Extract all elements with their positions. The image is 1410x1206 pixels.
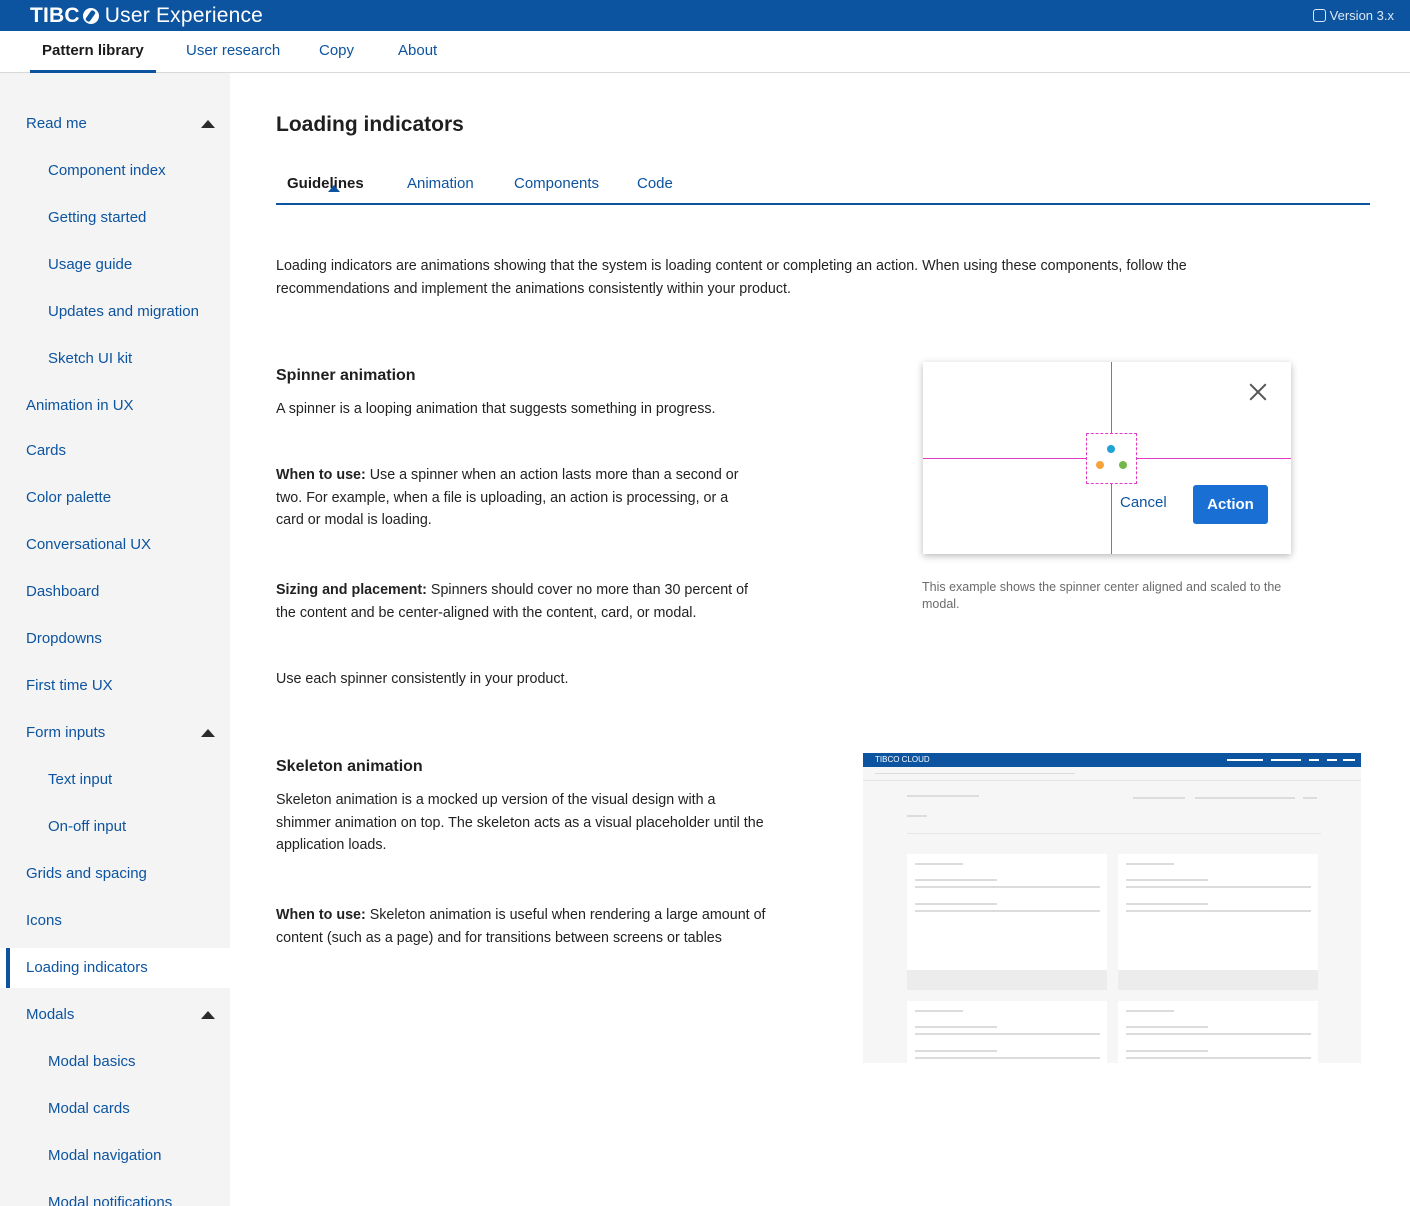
action-button: Action [1193, 485, 1268, 524]
sidebar-item-conversational-ux[interactable]: Conversational UX [0, 525, 230, 565]
sidebar-item-label: Animation in UX [26, 397, 134, 414]
brand-title: User Experience [104, 4, 264, 27]
spinner-bounding-box [1086, 433, 1137, 484]
sidebar-item-animation-in-ux[interactable]: Animation in UX [0, 386, 230, 426]
sidebar-item-label: Icons [26, 912, 62, 929]
nav-user-research[interactable]: User research [186, 31, 280, 73]
spinner-dot-orange [1096, 461, 1104, 469]
sidebar-item-label: Text input [48, 771, 113, 788]
sidebar-item-label: Modal basics [48, 1053, 136, 1070]
spinner-modal-example: Cancel Action [923, 362, 1291, 554]
sidebar-item-label: Cards [26, 442, 67, 459]
sidebar-item-label: Getting started [48, 209, 147, 226]
tab-code[interactable]: Code [637, 175, 673, 192]
sidebar-item-label: Read me [26, 115, 87, 132]
spinner-description: A spinner is a looping animation that su… [276, 401, 716, 417]
sidebar-item-sketch-ui-kit[interactable]: Sketch UI kit [0, 339, 230, 379]
sidebar-item-label: Dropdowns [26, 630, 102, 647]
sidebar-item-label: Modals [26, 1006, 75, 1023]
close-icon [1248, 382, 1268, 402]
spinner-dot-green [1119, 461, 1127, 469]
skeleton-heading: Skeleton animation [276, 758, 423, 775]
sidebar-item-getting-started[interactable]: Getting started [0, 198, 230, 238]
collapse-caret-icon[interactable] [201, 1011, 215, 1019]
sidebar-item-read-me[interactable]: Read me [0, 104, 230, 144]
sidebar-item-label: Conversational UX [26, 536, 152, 553]
tab-label: Guidelines [287, 175, 364, 192]
sidebar-item-label: Dashboard [26, 583, 100, 600]
version-selector[interactable]: Version 3.x [1312, 0, 1394, 31]
when-to-use-label: When to use: [276, 467, 366, 483]
sidebar-item-first-time-ux[interactable]: First time UX [0, 666, 230, 706]
sidebar-item-updates-and-migration[interactable]: Updates and migration [0, 292, 230, 332]
sidebar-item-label: Component index [48, 162, 166, 179]
sidebar-item-on-off-input[interactable]: On-off input [0, 807, 230, 847]
sidebar-item-modal-basics[interactable]: Modal basics [0, 1042, 230, 1082]
top-bar: TIBC User Experience Version 3.x [0, 0, 1410, 31]
sidebar-item-modal-notifications[interactable]: Modal notifications [0, 1183, 230, 1206]
sidebar-item-label: Sketch UI kit [48, 350, 133, 367]
brand-leaf-icon [82, 7, 99, 24]
sidebar-item-form-inputs[interactable]: Form inputs [0, 713, 230, 753]
sidebar-item-component-index[interactable]: Component index [0, 151, 230, 191]
brand-logo[interactable]: TIBC User Experience [30, 0, 263, 31]
sidebar-item-icons[interactable]: Icons [0, 901, 230, 941]
brand-name: TIBC [30, 4, 80, 27]
nav-copy[interactable]: Copy [319, 31, 354, 73]
nav-pattern-library[interactable]: Pattern library [30, 31, 156, 73]
cancel-button: Cancel [1120, 494, 1167, 511]
sidebar-item-label: Loading indicators [26, 959, 148, 976]
nav-about[interactable]: About [398, 31, 437, 73]
skeleton-app-bar: TIBCO CLOUD [863, 753, 1361, 767]
sidebar-item-label: First time UX [26, 677, 113, 694]
when-to-use-label: When to use: [276, 907, 366, 923]
collapse-caret-icon[interactable] [201, 729, 215, 737]
intro-text: Loading indicators are animations showin… [276, 258, 1187, 297]
skeleton-app-name: TIBCO CLOUD [875, 755, 930, 764]
skeleton-description: Skeleton animation is a mocked up versio… [276, 792, 764, 853]
sidebar-item-label: Grids and spacing [26, 865, 147, 882]
sidebar-item-label: Color palette [26, 489, 112, 506]
spinner-consistency: Use each spinner consistently in your pr… [276, 671, 569, 687]
sidebar-item-text-input[interactable]: Text input [0, 760, 230, 800]
tab-guidelines[interactable]: Guidelines [287, 175, 364, 192]
sidebar-item-dropdowns[interactable]: Dropdowns [0, 619, 230, 659]
sidebar-item-loading-indicators[interactable]: Loading indicators [0, 948, 230, 988]
sidebar-item-label: Modal notifications [48, 1194, 173, 1206]
top-nav: Pattern library User research Copy About [0, 31, 1410, 73]
sidebar-item-label: Form inputs [26, 724, 106, 741]
sidebar-item-label: Updates and migration [48, 303, 199, 320]
skeleton-example: TIBCO CLOUD [863, 753, 1361, 1063]
sidebar-item-modals[interactable]: Modals [0, 995, 230, 1035]
spinner-example-caption: This example shows the spinner center al… [922, 580, 1282, 611]
sizing-label: Sizing and placement: [276, 582, 427, 598]
spinner-sizing: Sizing and placement: Spinners should co… [276, 579, 766, 624]
skeleton-when-to-use: When to use: Skeleton animation is usefu… [276, 904, 771, 949]
version-label: Version 3.x [1329, 8, 1394, 23]
tab-animation[interactable]: Animation [407, 175, 474, 192]
active-tab-pointer-icon [328, 185, 340, 192]
sidebar-item-cards[interactable]: Cards [0, 431, 230, 471]
collapse-caret-icon[interactable] [201, 120, 215, 128]
sidebar-item-usage-guide[interactable]: Usage guide [0, 245, 230, 285]
sidebar-item-dashboard[interactable]: Dashboard [0, 572, 230, 612]
page-title: Loading indicators [276, 113, 464, 136]
sidebar-item-label: Modal cards [48, 1100, 130, 1117]
sidebar-item-color-palette[interactable]: Color palette [0, 478, 230, 518]
version-icon [1312, 9, 1326, 22]
sidebar-item-label: On-off input [48, 818, 127, 835]
content-tabs: Guidelines Animation Components Code [276, 165, 1370, 205]
sidebar-item-label: Modal navigation [48, 1147, 162, 1164]
spinner-when-to-use: When to use: Use a spinner when an actio… [276, 464, 756, 532]
sidebar-item-grids-and-spacing[interactable]: Grids and spacing [0, 854, 230, 894]
sidebar-item-modal-navigation[interactable]: Modal navigation [0, 1136, 230, 1176]
spinner-dot-blue [1107, 445, 1115, 453]
sidebar-item-label: Usage guide [48, 256, 133, 273]
tab-components[interactable]: Components [514, 175, 599, 192]
sidebar-item-modal-cards[interactable]: Modal cards [0, 1089, 230, 1129]
sidebar: Read me Component index Getting started … [0, 73, 230, 1206]
spinner-heading: Spinner animation [276, 367, 416, 384]
